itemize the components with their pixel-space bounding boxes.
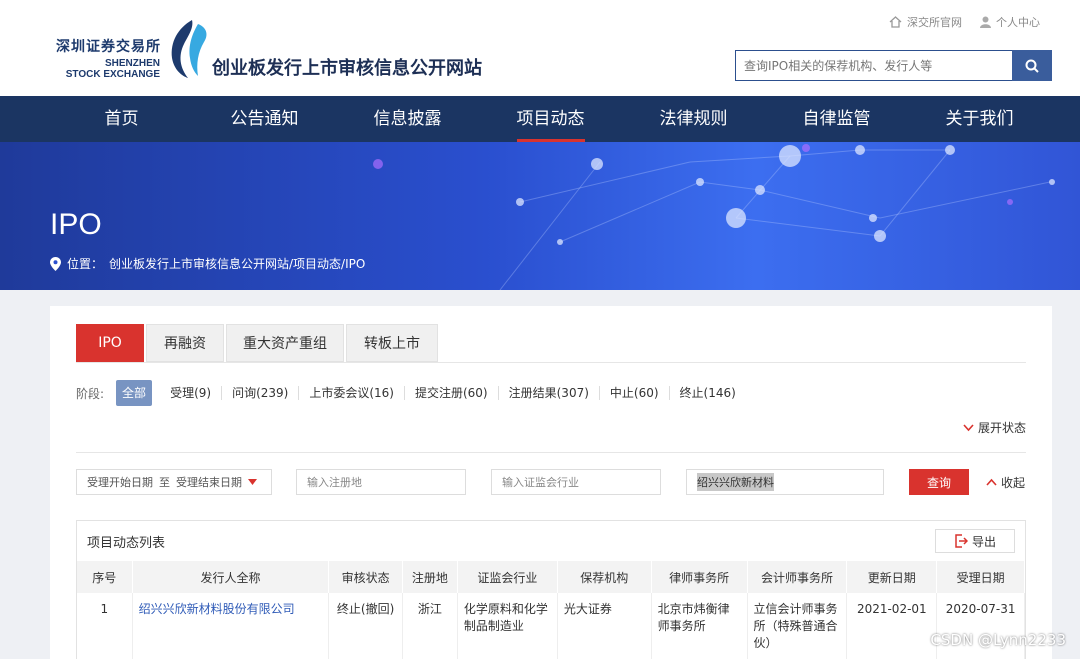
chevron-up-icon xyxy=(986,478,997,486)
search-input[interactable] xyxy=(735,50,1013,81)
logo-cn-text: 深圳证券交易所 xyxy=(56,39,161,55)
stage-inquiry[interactable]: 问询(239) xyxy=(222,386,300,400)
search-button[interactable] xyxy=(1012,50,1052,81)
cell-sponsor: 光大证券 xyxy=(557,593,652,659)
col-law-firm: 律师事务所 xyxy=(651,561,748,593)
col-index: 序号 xyxy=(77,561,133,593)
nav-home[interactable]: 首页 xyxy=(50,96,193,142)
szse-home-link[interactable]: 深交所官网 xyxy=(889,14,962,30)
cell-index: 1 xyxy=(77,593,133,659)
cell-updated: 2021-02-01 xyxy=(846,593,938,659)
query-button[interactable]: 查询 xyxy=(909,469,969,495)
category-tabs: IPO 再融资 重大资产重组 转板上市 xyxy=(76,324,438,362)
date-separator: 至 xyxy=(159,476,170,489)
stage-suspended[interactable]: 中止(60) xyxy=(600,386,670,400)
chevron-down-icon xyxy=(963,423,974,431)
filter-divider xyxy=(76,452,1026,453)
user-center-link[interactable]: 个人中心 xyxy=(980,14,1040,30)
caret-down-icon xyxy=(248,479,257,485)
site-title: 创业板发行上市审核信息公开网站 xyxy=(212,58,482,79)
main-nav: 首页 公告通知 信息披露 项目动态 法律规则 自律监管 关于我们 xyxy=(0,96,1080,142)
breadcrumb: 位置： 创业板发行上市审核信息公开网站/项目动态/IPO xyxy=(50,255,365,272)
expand-status-label: 展开状态 xyxy=(977,421,1026,435)
table-row: 1 绍兴兴欣新材料股份有限公司 终止(撤回) 浙江 化学原料和化学制品制造业 光… xyxy=(77,593,1025,659)
cell-issuer-link[interactable]: 绍兴兴欣新材料股份有限公司 xyxy=(132,593,330,659)
tab-major-restructuring[interactable]: 重大资产重组 xyxy=(226,324,344,362)
cell-law-firm: 北京市炜衡律师事务所 xyxy=(651,593,748,659)
szse-emblem-icon xyxy=(171,20,207,78)
stage-registration-result[interactable]: 注册结果(307) xyxy=(499,386,600,400)
stage-label: 阶段: xyxy=(76,386,105,401)
export-icon xyxy=(955,534,968,548)
list-title: 项目动态列表 xyxy=(87,535,166,551)
tab-ipo[interactable]: IPO xyxy=(76,324,144,362)
user-icon xyxy=(980,16,991,28)
logo-en-line2: STOCK EXCHANGE xyxy=(65,69,160,80)
cell-industry: 化学原料和化学制品制造业 xyxy=(457,593,558,659)
szse-logo[interactable]: 深圳证券交易所 SHENZHEN STOCK EXCHANGE xyxy=(56,18,216,84)
nav-disclosure[interactable]: 信息披露 xyxy=(336,96,479,142)
cell-accepted: 2020-07-31 xyxy=(936,593,1025,659)
col-status: 审核状态 xyxy=(328,561,403,593)
stage-terminated[interactable]: 终止(146) xyxy=(670,386,746,400)
collapse-label: 收起 xyxy=(1001,475,1026,490)
export-label: 导出 xyxy=(971,534,996,549)
col-accepted: 受理日期 xyxy=(936,561,1025,593)
stage-listing-committee[interactable]: 上市委会议(16) xyxy=(299,386,405,400)
date-range-picker[interactable]: 受理开始日期 至 受理结束日期 xyxy=(76,469,272,495)
table-header-row: 序号 发行人全称 审核状态 注册地 证监会行业 保荐机构 律师事务所 会计师事务… xyxy=(77,561,1025,593)
breadcrumb-label: 位置： xyxy=(67,257,104,271)
content-card: IPO 再融资 重大资产重组 转板上市 阶段: 全部 受理(9) 问询(239)… xyxy=(50,306,1052,659)
collapse-toggle[interactable]: 收起 xyxy=(986,469,1025,495)
stage-submit-registration[interactable]: 提交注册(60) xyxy=(405,386,499,400)
expand-status-toggle[interactable]: 展开状态 xyxy=(963,419,1026,436)
col-issuer: 发行人全称 xyxy=(132,561,330,593)
col-sponsor: 保荐机构 xyxy=(557,561,652,593)
top-links: 深交所官网 个人中心 xyxy=(889,14,1040,30)
nav-project-updates[interactable]: 项目动态 xyxy=(479,96,622,142)
date-start-field[interactable]: 受理开始日期 xyxy=(87,474,153,490)
nav-rules[interactable]: 法律规则 xyxy=(622,96,765,142)
szse-home-label: 深交所官网 xyxy=(907,16,962,29)
location-pin-icon xyxy=(50,256,61,271)
search-filters: 受理开始日期 至 受理结束日期 输入注册地 输入证监会行业 绍兴兴欣新材料 查询… xyxy=(76,469,1026,495)
col-updated: 更新日期 xyxy=(846,561,938,593)
page: 深圳证券交易所 SHENZHEN STOCK EXCHANGE 创业板发行上市审… xyxy=(0,0,1080,659)
cell-status: 终止(撤回) xyxy=(328,593,403,659)
logo-en-text: SHENZHEN STOCK EXCHANGE xyxy=(56,58,160,80)
user-center-label: 个人中心 xyxy=(996,16,1040,29)
industry-input[interactable]: 输入证监会行业 xyxy=(491,469,661,495)
page-title: IPO xyxy=(50,208,102,241)
keyword-value: 绍兴兴欣新材料 xyxy=(697,473,774,491)
logo-en-line1: SHENZHEN xyxy=(104,58,160,69)
cell-reg-place: 浙江 xyxy=(402,593,458,659)
project-list: 项目动态列表 导出 序号 发行人全称 审核状态 注册地 证监会行业 保荐机构 律… xyxy=(76,520,1026,659)
stage-all[interactable]: 全部 xyxy=(116,380,153,406)
tab-board-transfer[interactable]: 转板上市 xyxy=(346,324,438,362)
col-industry: 证监会行业 xyxy=(457,561,558,593)
search-icon xyxy=(1025,59,1039,73)
stage-accepted[interactable]: 受理(9) xyxy=(160,386,223,400)
header: 深圳证券交易所 SHENZHEN STOCK EXCHANGE 创业板发行上市审… xyxy=(0,0,1080,96)
nav-self-regulation[interactable]: 自律监管 xyxy=(765,96,908,142)
stage-filter: 阶段: 全部 受理(9) 问询(239) 上市委会议(16) 提交注册(60) … xyxy=(76,380,746,406)
breadcrumb-path[interactable]: 创业板发行上市审核信息公开网站/项目动态/IPO xyxy=(109,255,365,272)
nav-announcements[interactable]: 公告通知 xyxy=(193,96,336,142)
watermark: CSDN @Lynn2233 xyxy=(930,631,1066,649)
nav-about[interactable]: 关于我们 xyxy=(908,96,1051,142)
col-reg-place: 注册地 xyxy=(402,561,458,593)
tab-refinancing[interactable]: 再融资 xyxy=(146,324,224,362)
cell-accounting-firm: 立信会计师事务所（特殊普通合伙） xyxy=(747,593,848,659)
banner: IPO 位置： 创业板发行上市审核信息公开网站/项目动态/IPO xyxy=(0,142,1080,290)
home-icon xyxy=(889,16,902,28)
keyword-input[interactable]: 绍兴兴欣新材料 xyxy=(686,469,884,495)
export-button[interactable]: 导出 xyxy=(935,529,1015,553)
date-end-field[interactable]: 受理结束日期 xyxy=(176,474,242,490)
col-accounting-firm: 会计师事务所 xyxy=(747,561,848,593)
list-header: 项目动态列表 导出 xyxy=(77,521,1025,561)
tabs-divider xyxy=(76,362,1026,363)
project-table: 序号 发行人全称 审核状态 注册地 证监会行业 保荐机构 律师事务所 会计师事务… xyxy=(77,561,1025,659)
registration-place-input[interactable]: 输入注册地 xyxy=(296,469,466,495)
